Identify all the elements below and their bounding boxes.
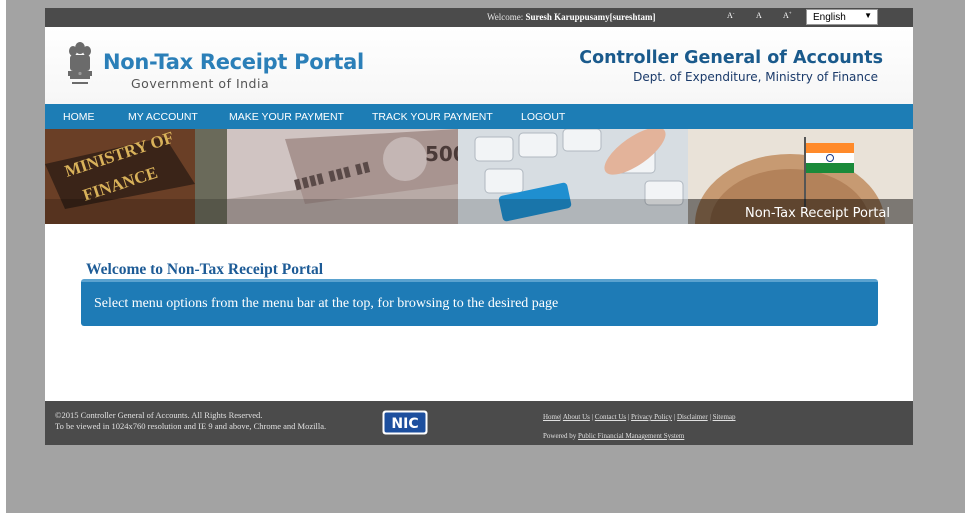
main-nav: HOME MY ACCOUNT MAKE YOUR PAYMENT TRACK … bbox=[45, 104, 913, 129]
welcome-text: Welcome: Suresh Karuppusamy[sureshtam] bbox=[487, 12, 655, 22]
nav-home[interactable]: HOME bbox=[63, 111, 95, 123]
font-increase-button[interactable]: A+ bbox=[783, 11, 792, 20]
powered-by-link[interactable]: Public Financial Management System bbox=[578, 432, 684, 440]
top-bar: Welcome: Suresh Karuppusamy[sureshtam] A… bbox=[45, 8, 913, 27]
footer-link-privacy[interactable]: Privacy Policy bbox=[631, 413, 672, 421]
page-title: Welcome to Non-Tax Receipt Portal bbox=[86, 261, 324, 278]
resolution-note: To be viewed in 1024x760 resolution and … bbox=[55, 421, 327, 431]
info-message-box: Select menu options from the menu bar at… bbox=[81, 279, 878, 326]
banner-image: MINISTRY OF FINANCE ▮▮▮▮ ▮▮▮ ▮▮ 500 Non-… bbox=[45, 129, 913, 224]
nav-make-payment[interactable]: MAKE YOUR PAYMENT bbox=[229, 111, 344, 123]
language-value: English bbox=[813, 12, 846, 23]
powered-prefix: Powered by bbox=[543, 432, 578, 440]
font-normal-button[interactable]: A bbox=[756, 11, 762, 20]
welcome-user: Suresh Karuppusamy[sureshtam] bbox=[525, 12, 656, 22]
nav-track-payment[interactable]: TRACK YOUR PAYMENT bbox=[372, 111, 493, 123]
org-title: Controller General of Accounts bbox=[579, 48, 883, 68]
org-subtitle: Dept. of Expenditure, Ministry of Financ… bbox=[633, 70, 878, 84]
nic-logo-text: NIC bbox=[391, 416, 418, 432]
banner-caption: Non-Tax Receipt Portal bbox=[744, 206, 890, 221]
language-select[interactable]: English ▼ bbox=[806, 9, 878, 25]
nic-logo-icon[interactable]: NIC bbox=[382, 410, 428, 435]
info-message: Select menu options from the menu bar at… bbox=[94, 296, 559, 311]
portal-page: Welcome: Suresh Karuppusamy[sureshtam] A… bbox=[45, 8, 913, 445]
footer-links: Home| About Us | Contact Us | Privacy Po… bbox=[543, 413, 736, 421]
chevron-down-icon: ▼ bbox=[864, 11, 872, 20]
copyright-text: ©2015 Controller General of Accounts. Al… bbox=[55, 410, 263, 420]
footer-link-contact[interactable]: Contact Us bbox=[595, 413, 626, 421]
header: Non-Tax Receipt Portal Government of Ind… bbox=[45, 27, 913, 104]
footer: ©2015 Controller General of Accounts. Al… bbox=[45, 401, 913, 445]
powered-by: Powered by Public Financial Management S… bbox=[543, 432, 684, 440]
nav-my-account[interactable]: MY ACCOUNT bbox=[128, 111, 198, 123]
font-decrease-button[interactable]: A- bbox=[727, 11, 734, 20]
national-emblem-icon bbox=[68, 42, 92, 84]
footer-link-sitemap[interactable]: Sitemap bbox=[713, 413, 736, 421]
welcome-prefix: Welcome: bbox=[487, 12, 526, 22]
portal-title: Non-Tax Receipt Portal bbox=[103, 50, 364, 74]
nav-logout[interactable]: LOGOUT bbox=[521, 111, 565, 123]
footer-link-disclaimer[interactable]: Disclaimer bbox=[677, 413, 708, 421]
footer-link-about[interactable]: About Us bbox=[563, 413, 590, 421]
portal-subtitle: Government of India bbox=[131, 76, 270, 91]
footer-link-home[interactable]: Home bbox=[543, 413, 560, 421]
